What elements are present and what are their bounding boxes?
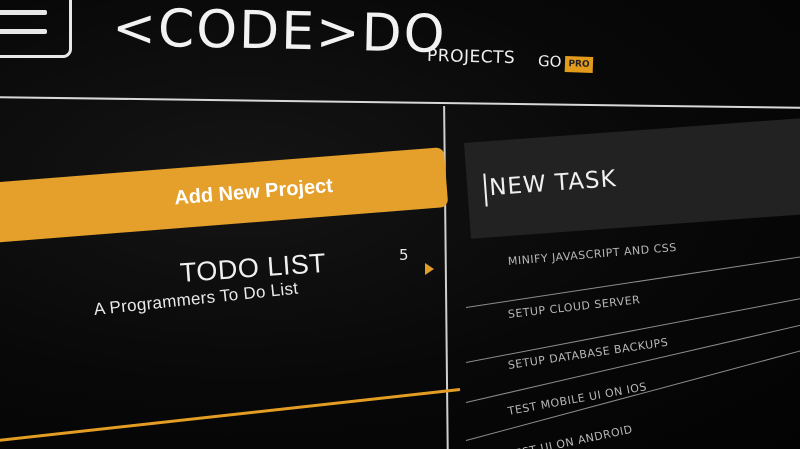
new-task-input[interactable]: NEW TASK	[464, 115, 800, 239]
hamburger-menu-icon	[0, 10, 47, 15]
hamburger-menu-icon-bar	[0, 29, 47, 34]
add-new-project-button[interactable]: Add New Project	[0, 147, 449, 245]
pro-badge: PRO	[565, 56, 593, 73]
task-item[interactable]: MINIFY JAVASCRIPT AND CSS	[507, 241, 677, 268]
triangle-right-icon[interactable]	[425, 263, 434, 275]
task-item[interactable]: TEST UI ON ANDROID	[507, 423, 634, 449]
nav-projects-link[interactable]: PROJECTS	[427, 46, 516, 68]
nav-go-pro-link[interactable]: GO PRO	[538, 52, 593, 73]
app-screen: <CODE>DO PROJECTS GO PRO Add New Project …	[0, 0, 800, 449]
project-task-count: 5	[399, 246, 409, 264]
new-task-placeholder: NEW TASK	[488, 165, 618, 202]
text-cursor	[483, 173, 488, 207]
project-card-underline	[0, 388, 461, 444]
nav-go-label: GO	[537, 52, 562, 71]
hamburger-menu-button[interactable]	[0, 0, 72, 58]
task-item[interactable]: TEST MOBILE UI ON IOS	[507, 380, 648, 418]
task-item[interactable]: SETUP DATABASE BACKUPS	[507, 336, 669, 372]
app-logo[interactable]: <CODE>DO	[112, 0, 447, 65]
header-divider	[0, 96, 800, 110]
